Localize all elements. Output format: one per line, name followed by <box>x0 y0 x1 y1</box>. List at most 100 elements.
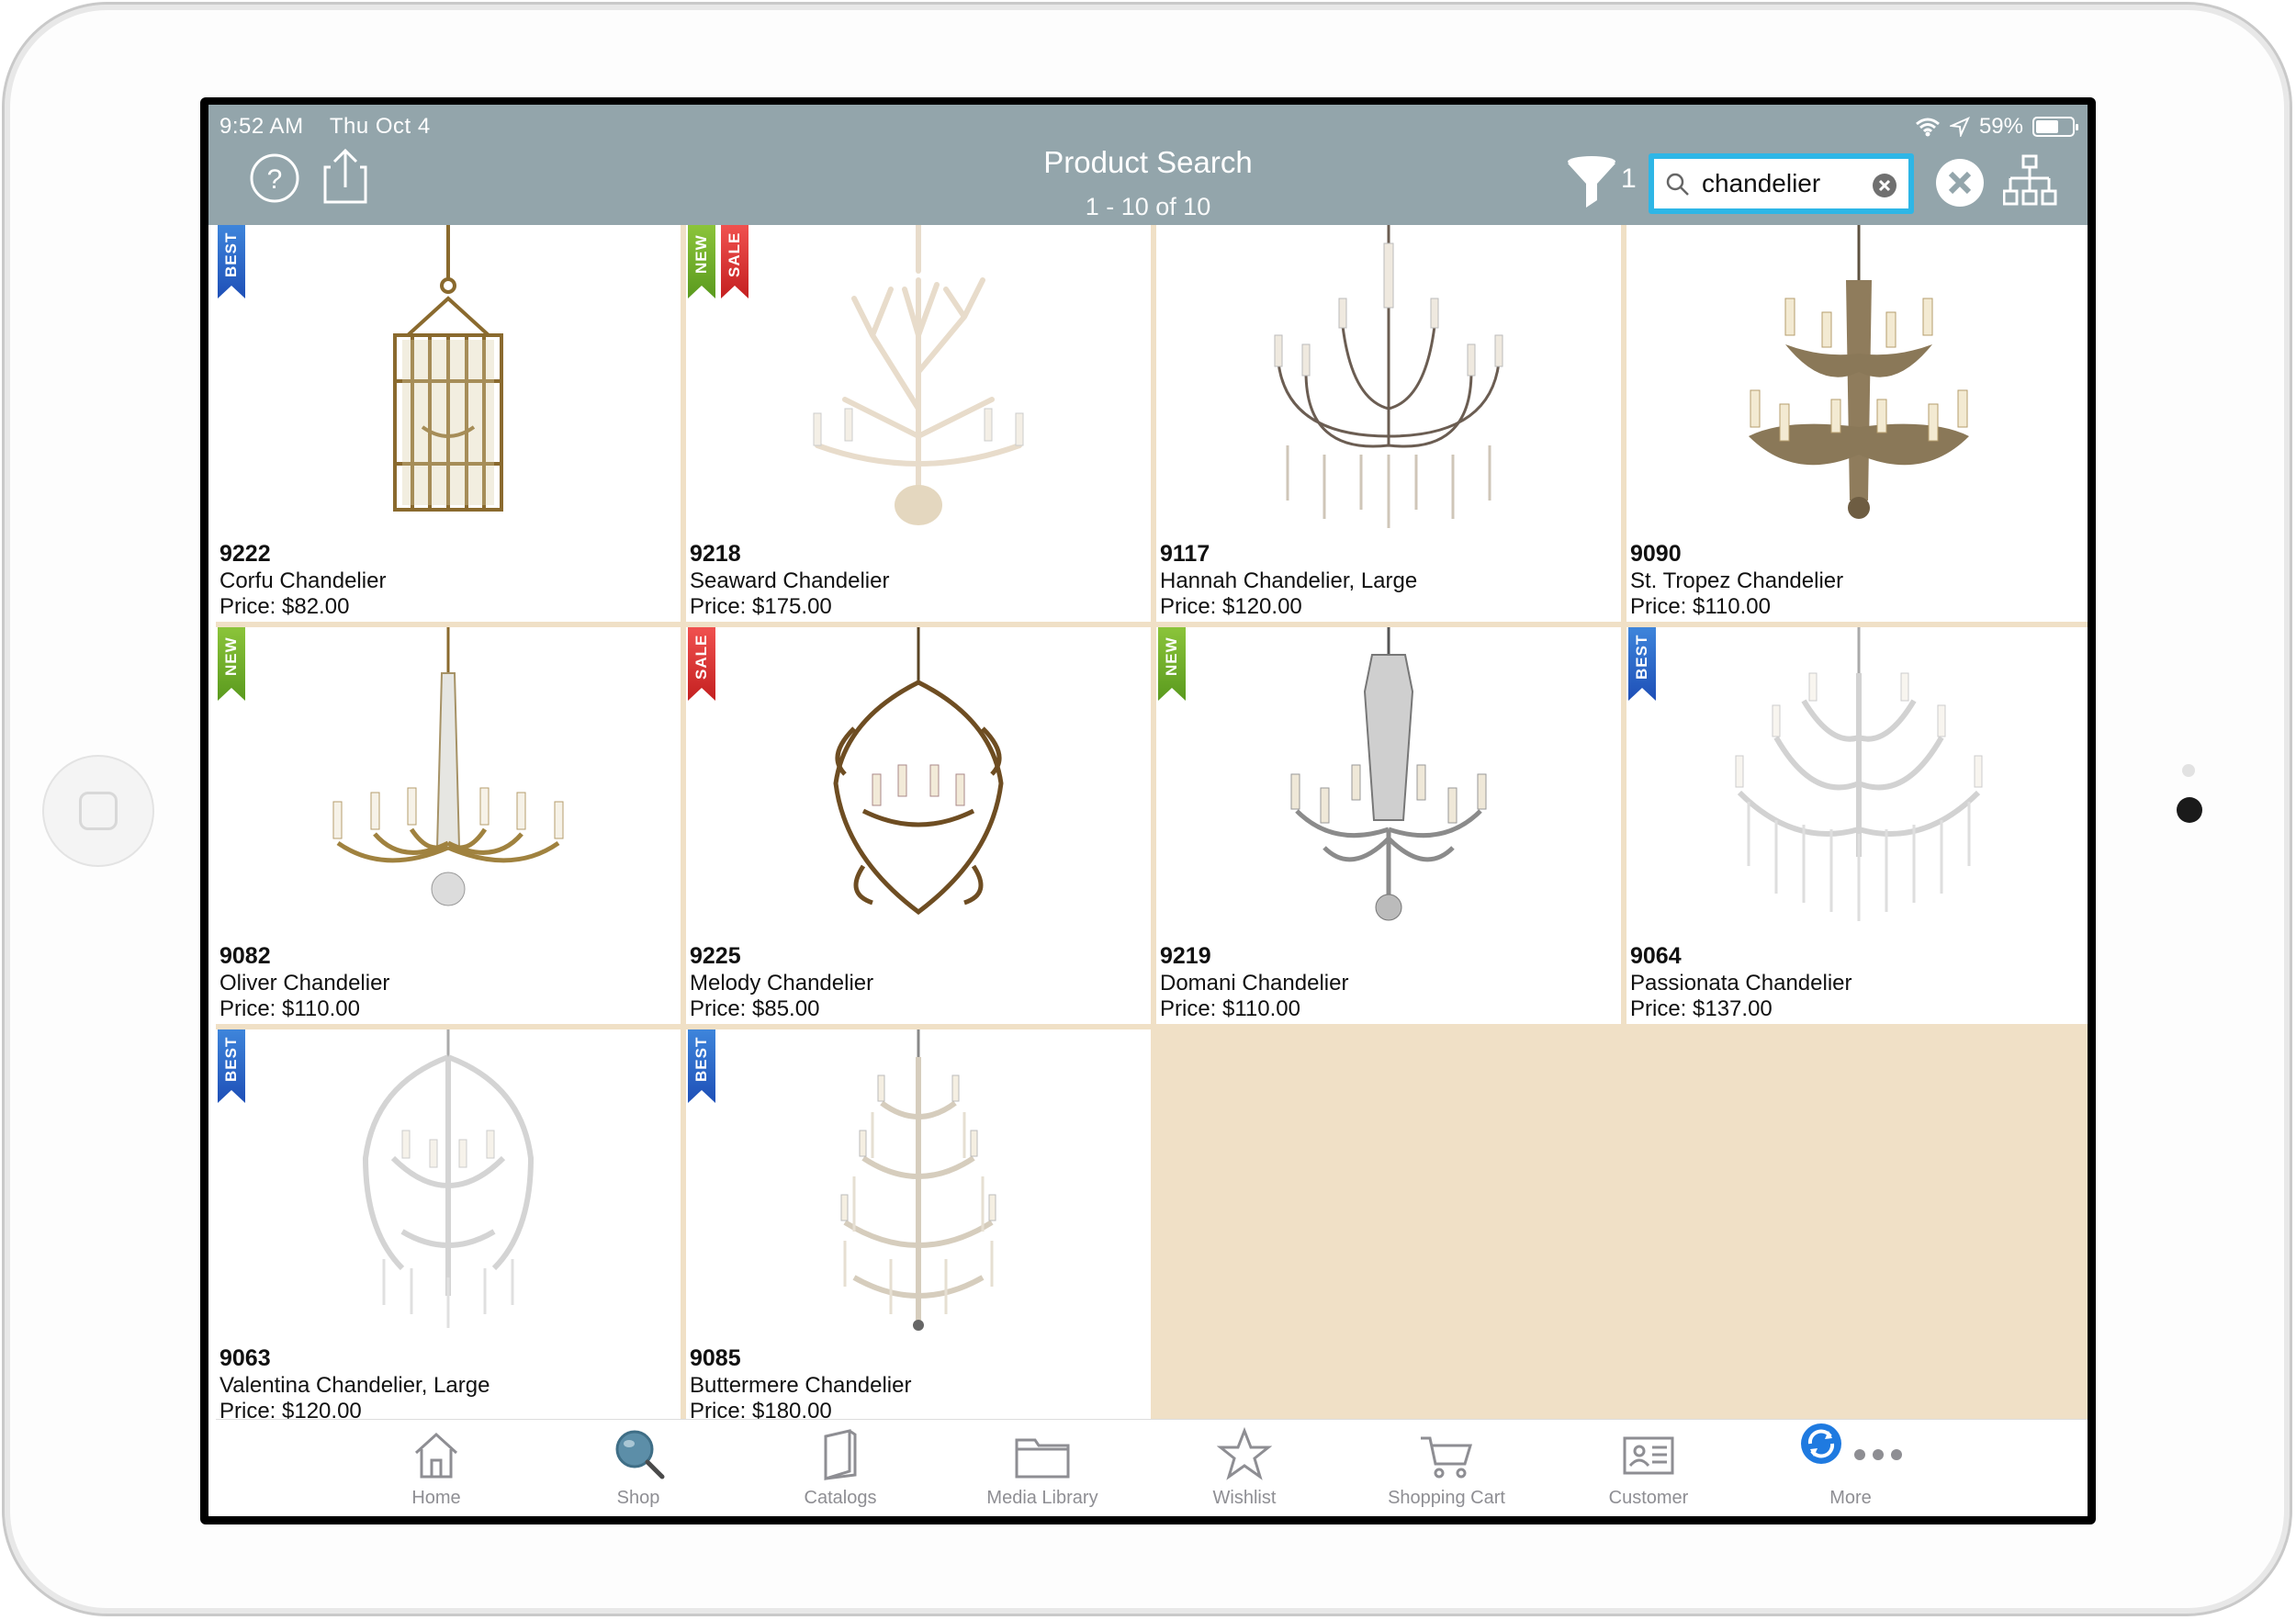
product-number: 9085 <box>690 1345 741 1371</box>
product-number: 9222 <box>219 541 271 567</box>
tab-customer[interactable]: Customer <box>1548 1420 1750 1516</box>
sync-icon <box>1801 1423 1841 1464</box>
search-field[interactable] <box>1649 153 1914 214</box>
product-grid: BEST 9222 Corfu Chandelier Price: $82.00… <box>216 225 2088 1426</box>
tab-bar: Home Shop Catalogs Media Library Wishlis… <box>216 1419 2088 1516</box>
tab-wishlist[interactable]: Wishlist <box>1143 1420 1345 1516</box>
location-arrow-icon <box>1949 117 1970 137</box>
device-sensor <box>2182 764 2195 777</box>
tab-catalogs[interactable]: Catalogs <box>739 1420 941 1516</box>
product-number: 9064 <box>1630 943 1682 969</box>
product-name: Corfu Chandelier <box>219 568 387 593</box>
best-badge: BEST <box>218 1029 245 1103</box>
product-name: St. Tropez Chandelier <box>1630 568 1844 593</box>
status-bar-right: 59% <box>1915 114 2078 140</box>
product-image <box>393 225 503 512</box>
tab-shop[interactable]: Shop <box>537 1420 739 1516</box>
status-bar-left: 9:52 AM Thu Oct 4 <box>219 114 431 140</box>
product-image <box>1290 627 1487 921</box>
product-image <box>840 1029 996 1331</box>
battery-icon <box>2032 117 2078 137</box>
best-badge: BEST <box>1628 627 1656 701</box>
product-name: Melody Chandelier <box>690 971 874 996</box>
product-number: 9082 <box>219 943 271 969</box>
tab-label: Wishlist <box>1212 1488 1277 1508</box>
folder-icon <box>1015 1438 1070 1479</box>
product-tile[interactable]: BEST 9063 Valentina Chandelier, Large Pr… <box>216 1029 681 1426</box>
product-name: Seaward Chandelier <box>690 568 890 593</box>
id-card-icon <box>1623 1436 1674 1475</box>
product-name: Domani Chandelier <box>1160 971 1349 996</box>
product-number: 9117 <box>1160 541 1210 567</box>
tab-label: Shop <box>616 1488 660 1508</box>
product-price: Price: $120.00 <box>1160 594 1302 619</box>
product-name: Buttermere Chandelier <box>690 1373 912 1398</box>
navigation-bar: 9:52 AM Thu Oct 4 59% ? Product Search 1… <box>208 105 2088 225</box>
cart-icon <box>1421 1436 1473 1479</box>
best-badge: BEST <box>688 1029 715 1103</box>
wifi-icon <box>1915 118 1940 137</box>
product-image <box>813 225 1024 525</box>
product-name: Hannah Chandelier, Large <box>1160 568 1418 593</box>
product-number: 9090 <box>1630 541 1682 567</box>
product-image <box>1749 225 1969 519</box>
more-dots-icon <box>1854 1449 1902 1460</box>
product-name: Passionata Chandelier <box>1630 971 1852 996</box>
product-number: 9063 <box>219 1345 271 1371</box>
product-tile[interactable]: BEST 9222 Corfu Chandelier Price: $82.00 <box>216 225 681 622</box>
product-tile[interactable]: SALE 9225 Melody Chandelier Price: $85.0… <box>686 627 1151 1024</box>
tab-media-library[interactable]: Media Library <box>941 1420 1143 1516</box>
best-badge: BEST <box>218 225 245 298</box>
new-badge: NEW <box>218 627 245 701</box>
product-price: Price: $110.00 <box>1160 996 1300 1021</box>
device-camera <box>2177 797 2202 823</box>
status-time: 9:52 AM <box>219 114 304 139</box>
book-icon <box>824 1429 857 1481</box>
product-tile[interactable]: 9090 St. Tropez Chandelier Price: $110.0… <box>1626 225 2088 622</box>
cancel-search-icon[interactable] <box>1935 158 1985 208</box>
tab-label: Customer <box>1608 1488 1689 1508</box>
product-price: Price: $110.00 <box>1630 594 1771 619</box>
new-badge: NEW <box>688 225 715 298</box>
product-name: Oliver Chandelier <box>219 971 390 996</box>
product-tile[interactable]: NEW SALE 9218 Seaward Chandelier Price: … <box>686 225 1151 622</box>
product-tile[interactable]: 9117 Hannah Chandelier, Large Price: $12… <box>1156 225 1621 622</box>
tab-label: Catalogs <box>804 1488 877 1508</box>
product-tile[interactable]: NEW 9219 Domani Chandelier Price: $110.0… <box>1156 627 1621 1024</box>
sale-badge: SALE <box>688 627 715 701</box>
category-tree-icon[interactable] <box>2003 154 2058 209</box>
product-price: Price: $85.00 <box>690 996 820 1021</box>
product-image <box>362 1029 535 1328</box>
device-screen: 9:52 AM Thu Oct 4 59% ? Product Search 1… <box>200 97 2096 1524</box>
status-date: Thu Oct 4 <box>329 114 431 139</box>
battery-percent: 59% <box>1978 114 2023 139</box>
device-home-button[interactable] <box>42 755 154 867</box>
product-number: 9225 <box>690 943 741 969</box>
search-icon <box>1666 173 1689 196</box>
product-number: 9218 <box>690 541 741 567</box>
search-input[interactable] <box>1702 165 1867 202</box>
filter-count: 1 <box>1621 163 1637 194</box>
product-number: 9219 <box>1160 943 1211 969</box>
product-price: Price: $82.00 <box>219 594 350 619</box>
product-price: Price: $110.00 <box>219 996 360 1021</box>
tab-home[interactable]: Home <box>335 1420 537 1516</box>
product-name: Valentina Chandelier, Large <box>219 1373 490 1398</box>
new-badge: NEW <box>1158 627 1186 701</box>
product-image <box>833 627 1004 916</box>
product-tile[interactable]: NEW 9082 Oliver Chandelier Price: $110.0… <box>216 627 681 1024</box>
tab-more[interactable]: More <box>1750 1420 1952 1516</box>
tab-label: Media Library <box>986 1488 1098 1508</box>
product-price: Price: $137.00 <box>1630 996 1773 1021</box>
magnifier-icon <box>615 1430 665 1479</box>
tab-label: More <box>1829 1488 1872 1508</box>
tab-label: Shopping Cart <box>1388 1488 1505 1508</box>
product-image <box>332 627 564 906</box>
sale-badge: SALE <box>721 225 748 298</box>
tab-shopping-cart[interactable]: Shopping Cart <box>1345 1420 1548 1516</box>
product-image <box>1274 225 1503 528</box>
filter-funnel-icon[interactable] <box>1566 154 1619 211</box>
product-tile[interactable]: BEST 9064 Passionata Chandelier Price: $… <box>1626 627 2088 1024</box>
product-tile[interactable]: BEST 9085 Buttermere Chandelier Price: $… <box>686 1029 1151 1426</box>
clear-search-icon[interactable] <box>1871 172 1898 199</box>
